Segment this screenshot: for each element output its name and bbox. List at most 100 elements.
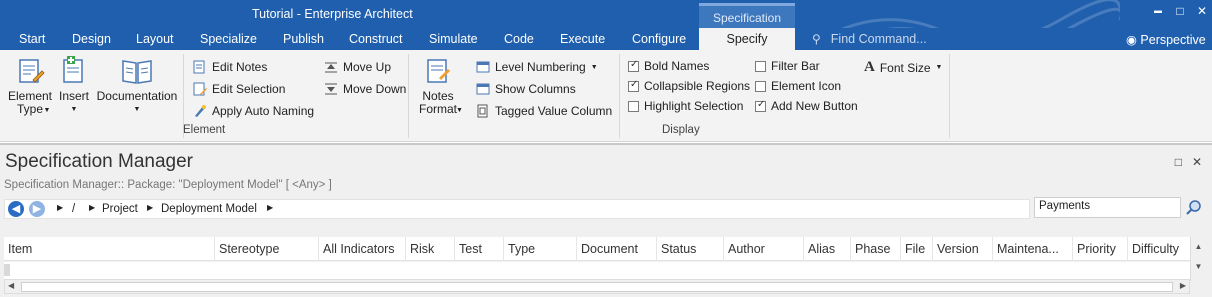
vertical-scrollbar[interactable]: ▲ ▼ [1190,237,1206,281]
dropdown-arrow-icon: ▼ [133,106,141,113]
checkbox-checked-icon [628,59,639,72]
tab-design[interactable]: Design [72,32,111,46]
minimize-icon[interactable]: ▬ [1152,4,1164,18]
element-type-button[interactable]: Element Type ▼ [6,56,54,117]
move-up-icon [325,62,337,73]
search-input[interactable]: Payments [1034,197,1181,218]
auto-naming-icon [195,105,206,117]
column-header-difficulty[interactable]: Difficulty [1127,237,1190,261]
breadcrumb-arrow-icon[interactable]: ▶ [267,203,273,212]
column-header-file[interactable]: File [900,237,932,261]
notes-format-button[interactable]: Notes Format ▼ [414,56,463,117]
close-icon[interactable]: ✕ [1196,4,1208,18]
tab-simulate[interactable]: Simulate [429,32,478,46]
font-size-label: Font Size [879,60,931,75]
edit-notes-label: Edit Notes [212,60,268,74]
edit-selection-button[interactable]: Edit Selection [193,82,285,96]
perspective-button[interactable]: ◉ Perspective [1126,32,1206,47]
level-numbering-button[interactable]: Level Numbering ▼ [476,60,598,74]
edit-notes-icon [193,60,205,74]
column-header-type[interactable]: Type [503,237,576,261]
maximize-icon[interactable]: □ [1175,155,1182,169]
forward-arrow-icon[interactable]: ▶ [29,201,45,217]
column-header-risk[interactable]: Risk [405,237,454,261]
bold-names-checkbox[interactable]: Bold Names [628,59,709,73]
close-icon[interactable]: ✕ [1192,155,1202,169]
move-down-button[interactable]: Move Down [324,82,406,96]
lightbulb-icon: ⚲ [812,32,821,46]
column-header-maintenance[interactable]: Maintena... [992,237,1072,261]
filter-bar-checkbox[interactable]: Filter Bar [755,59,820,73]
back-arrow-icon[interactable]: ◀ [8,201,24,217]
tab-execute[interactable]: Execute [560,32,605,46]
notes-format-label: Notes Format [418,89,457,116]
documentation-button[interactable]: Documentation ▼ [95,56,179,116]
tagged-value-icon [477,104,488,118]
move-down-label: Move Down [343,82,407,96]
show-columns-button[interactable]: Show Columns [476,82,576,96]
dropdown-arrow-icon: ▼ [590,63,598,71]
insert-button[interactable]: Insert ▼ [58,56,90,116]
highlight-selection-checkbox[interactable]: Highlight Selection [628,99,743,113]
element-icon-label: Element Icon [771,79,842,93]
checkbox-unchecked-icon [755,80,766,92]
scroll-up-icon[interactable]: ▲ [1191,237,1206,257]
scrollbar-thumb[interactable] [21,282,1173,292]
tagged-value-column-label: Tagged Value Column [495,104,613,118]
panel-window-controls: □ ✕ [1175,155,1202,169]
column-header-priority[interactable]: Priority [1072,237,1127,261]
group-separator [408,54,409,138]
element-icon-checkbox[interactable]: Element Icon [755,79,841,93]
column-header-document[interactable]: Document [576,237,656,261]
breadcrumb-project[interactable]: Project [102,203,138,215]
breadcrumb-deployment-model[interactable]: Deployment Model [161,203,257,215]
dropdown-arrow-icon: ▼ [70,106,78,113]
search-icon[interactable] [1185,199,1203,217]
highlight-selection-label: Highlight Selection [644,99,744,113]
scroll-down-icon[interactable]: ▼ [1191,257,1206,277]
tab-publish[interactable]: Publish [283,32,324,46]
collapsible-regions-label: Collapsible Regions [644,79,751,93]
add-new-button-checkbox[interactable]: Add New Button [755,99,858,113]
table-row[interactable] [4,264,10,276]
level-numbering-icon [476,61,490,73]
maximize-icon[interactable]: □ [1174,4,1186,18]
scroll-left-icon[interactable]: ◀ [8,281,14,290]
tab-specify[interactable]: Specify [699,28,795,50]
breadcrumb-arrow-icon[interactable]: ▶ [57,203,63,212]
tab-layout[interactable]: Layout [136,32,174,46]
column-header-stereotype[interactable]: Stereotype [214,237,318,261]
column-header-item[interactable]: Item [4,237,214,261]
column-header-all-indicators[interactable]: All Indicators [318,237,405,261]
tab-configure[interactable]: Configure [632,32,686,46]
collapsible-regions-checkbox[interactable]: Collapsible Regions [628,79,750,93]
find-command-box[interactable]: ⚲ Find Command... [812,32,927,46]
breadcrumb-root[interactable]: / [72,203,75,215]
level-numbering-label: Level Numbering [495,60,586,74]
insert-icon [63,56,83,83]
display-group-label: Display [662,124,700,136]
apply-auto-naming-button[interactable]: Apply Auto Naming [193,104,314,118]
tab-specialize[interactable]: Specialize [200,32,257,46]
column-header-alias[interactable]: Alias [803,237,850,261]
breadcrumb-arrow-icon[interactable]: ▶ [89,203,95,212]
horizontal-scrollbar[interactable]: ◀ ▶ [4,279,1190,294]
move-up-button[interactable]: Move Up [324,60,391,74]
documentation-label: Documentation [96,89,178,103]
edit-notes-button[interactable]: Edit Notes [193,60,267,74]
tab-code[interactable]: Code [504,32,534,46]
column-header-test[interactable]: Test [454,237,503,261]
column-header-version[interactable]: Version [932,237,992,261]
tab-start[interactable]: Start [19,32,45,46]
font-size-button[interactable]: A Font Size ▼ [864,59,942,76]
add-new-button-label: Add New Button [771,99,858,113]
scroll-right-icon[interactable]: ▶ [1180,281,1186,290]
breadcrumb-arrow-icon[interactable]: ▶ [147,203,153,212]
column-header-author[interactable]: Author [723,237,803,261]
tab-construct[interactable]: Construct [349,32,403,46]
edit-selection-icon [193,82,207,96]
column-header-phase[interactable]: Phase [850,237,900,261]
show-columns-icon [476,83,490,95]
tagged-value-column-button[interactable]: Tagged Value Column [476,104,612,118]
column-header-status[interactable]: Status [656,237,723,261]
